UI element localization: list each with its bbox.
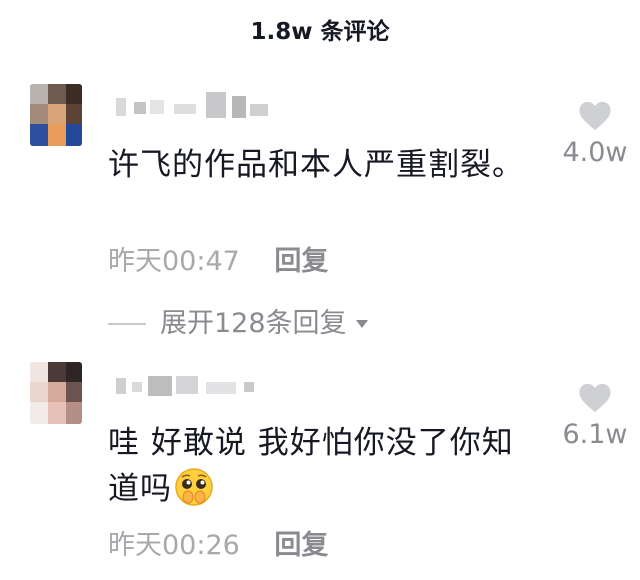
comments-panel: 1.8w 条评论 许飞的作品和本人严重割裂。 昨天00:47 回复 展开128条…	[0, 0, 640, 580]
comment-item: 许飞的作品和本人严重割裂。 昨天00:47 回复 展开128条回复 4.0w	[0, 84, 640, 354]
comment-item: 哇 好敢说 我好怕你没了你知道吗 昨天00:26 回复 6.1w	[0, 362, 640, 580]
comment-meta: 昨天00:26 回复	[108, 526, 328, 566]
avatar[interactable]	[30, 84, 82, 146]
comment-text: 哇 好敢说 我好怕你没了你知道吗	[108, 420, 528, 512]
reply-button[interactable]: 回复	[274, 530, 328, 561]
expand-replies-button[interactable]: 展开128条回复	[108, 304, 369, 344]
comment-count-title: 1.8w 条评论	[250, 19, 390, 45]
like-count: 4.0w	[562, 137, 628, 168]
comment-text: 许飞的作品和本人严重割裂。	[108, 147, 524, 183]
timestamp: 昨天00:26	[108, 530, 240, 561]
triangle-down-icon	[355, 320, 368, 328]
like-count: 6.1w	[562, 419, 628, 450]
avatar[interactable]	[30, 362, 82, 424]
like-button[interactable]: 6.1w	[560, 382, 630, 452]
comment-text-body: 哇 好敢说 我好怕你没了你知道吗	[108, 425, 514, 507]
heart-icon	[579, 101, 611, 131]
username-blurred[interactable]	[110, 90, 280, 122]
like-button[interactable]: 4.0w	[560, 100, 630, 170]
divider-line	[108, 323, 146, 325]
reply-button[interactable]: 回复	[274, 246, 328, 277]
username-blurred[interactable]	[110, 368, 280, 400]
pleading-face-emoji	[175, 468, 213, 506]
comment-meta: 昨天00:47 回复	[108, 242, 328, 282]
heart-icon	[579, 383, 611, 413]
expand-replies-label: 展开128条回复	[160, 308, 347, 339]
timestamp: 昨天00:47	[108, 246, 240, 277]
